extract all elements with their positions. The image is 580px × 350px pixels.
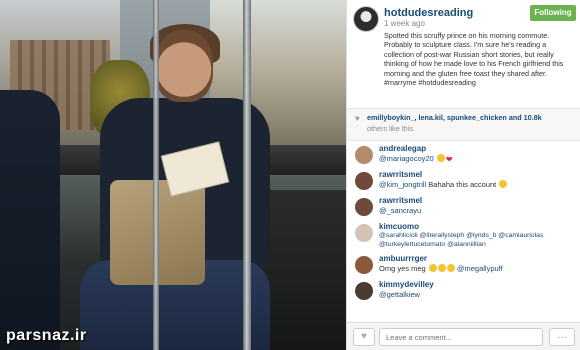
face-emoji-icon	[446, 264, 455, 272]
comment: rawrritsmel @kim_jongtrill Bahaha this a…	[353, 169, 574, 193]
avatar[interactable]	[355, 172, 373, 190]
ellipsis-icon: …	[557, 330, 567, 341]
owner-avatar[interactable]	[353, 6, 379, 32]
comment-username[interactable]: rawrritsmel	[379, 170, 422, 179]
comment-text: @mariagocoy20 ❤	[379, 154, 453, 164]
comment-text: @_sancrayu	[379, 206, 421, 215]
comment-username[interactable]: kimmydevilley	[379, 280, 434, 289]
post-header: hotdudesreading 1 week ago Following Spo…	[347, 0, 580, 108]
comment-text: Omg yes meg @megallypuff	[379, 264, 503, 273]
mention-link[interactable]: @_sancrayu	[379, 206, 421, 215]
post-photo[interactable]: parsnaz.ir	[0, 0, 346, 350]
mention-link[interactable]: @turkeylettucetomato @alanniillian	[379, 241, 486, 248]
mention-link[interactable]: @sarahlicioli @literallysteph @lynds_b @…	[379, 232, 543, 239]
reading-man	[70, 24, 270, 350]
likers[interactable]: emillyboykin_, lena.kil, spunkee_chicken…	[367, 113, 542, 122]
comment-text: @turkeylettucetomato @alanniillian	[379, 241, 486, 248]
post-sidebar: hotdudesreading 1 week ago Following Spo…	[346, 0, 580, 350]
comment-text: @sarahlicioli @literallysteph @lynds_b @…	[379, 232, 543, 239]
post-time[interactable]: 1 week ago	[384, 19, 425, 28]
comment-body: Bahaha this account	[426, 180, 497, 189]
comment: andrealegap @mariagocoy20 ❤	[353, 143, 574, 167]
face-emoji-icon	[428, 264, 437, 272]
passenger-left	[0, 90, 60, 350]
avatar[interactable]	[355, 224, 373, 242]
mention-link[interactable]: @kim_jongtrill	[379, 180, 426, 189]
post-caption: Spotted this scruffy prince on his morni…	[384, 31, 564, 88]
handrail-pole	[243, 0, 251, 350]
following-button[interactable]: Following	[530, 5, 576, 21]
face-emoji-icon	[437, 264, 446, 272]
mention-link[interactable]: @megallypuff	[457, 264, 503, 273]
avatar[interactable]	[355, 256, 373, 274]
face-emoji-icon	[499, 180, 508, 188]
comment-username[interactable]: rawrritsmel	[379, 196, 422, 205]
comment-list: andrealegap @mariagocoy20 ❤ rawrritsmel …	[347, 141, 580, 307]
heart-icon: ♥	[355, 114, 360, 123]
likes-others: others like this.	[367, 124, 415, 133]
avatar[interactable]	[355, 198, 373, 216]
face-emoji-icon	[436, 154, 445, 162]
likes-summary: ♥ emillyboykin_, lena.kil, spunkee_chick…	[347, 108, 580, 141]
more-options-button[interactable]: …	[549, 328, 575, 346]
heart-emoji-icon: ❤	[445, 155, 453, 164]
avatar[interactable]	[355, 282, 373, 300]
mention-link[interactable]: @mariagocoy20	[379, 154, 434, 163]
mention-link[interactable]: @gettalkiew	[379, 290, 420, 299]
comment-text: @gettalkiew	[379, 290, 420, 299]
comment-footer: ♥ …	[347, 322, 580, 350]
comment-input[interactable]	[379, 328, 543, 346]
comment: ambuurrrger Omg yes meg @megallypuff	[353, 253, 574, 277]
comment-username[interactable]: ambuurrrger	[379, 254, 427, 263]
watermark: parsnaz.ir	[6, 327, 87, 344]
comment-username[interactable]: kimcuomo	[379, 222, 419, 231]
comment: kimmydevilley @gettalkiew	[353, 279, 574, 303]
comment: rawrritsmel @_sancrayu	[353, 195, 574, 219]
comment-body: Omg yes meg	[379, 264, 426, 273]
like-button[interactable]: ♥	[353, 328, 375, 346]
avatar[interactable]	[355, 146, 373, 164]
handrail-pole	[153, 0, 159, 350]
comment: kimcuomo @sarahlicioli @literallysteph @…	[353, 221, 574, 251]
heart-icon: ♥	[361, 331, 367, 342]
comment-text: @kim_jongtrill Bahaha this account	[379, 180, 508, 189]
comment-username[interactable]: andrealegap	[379, 144, 426, 153]
owner-username[interactable]: hotdudesreading	[384, 7, 473, 19]
